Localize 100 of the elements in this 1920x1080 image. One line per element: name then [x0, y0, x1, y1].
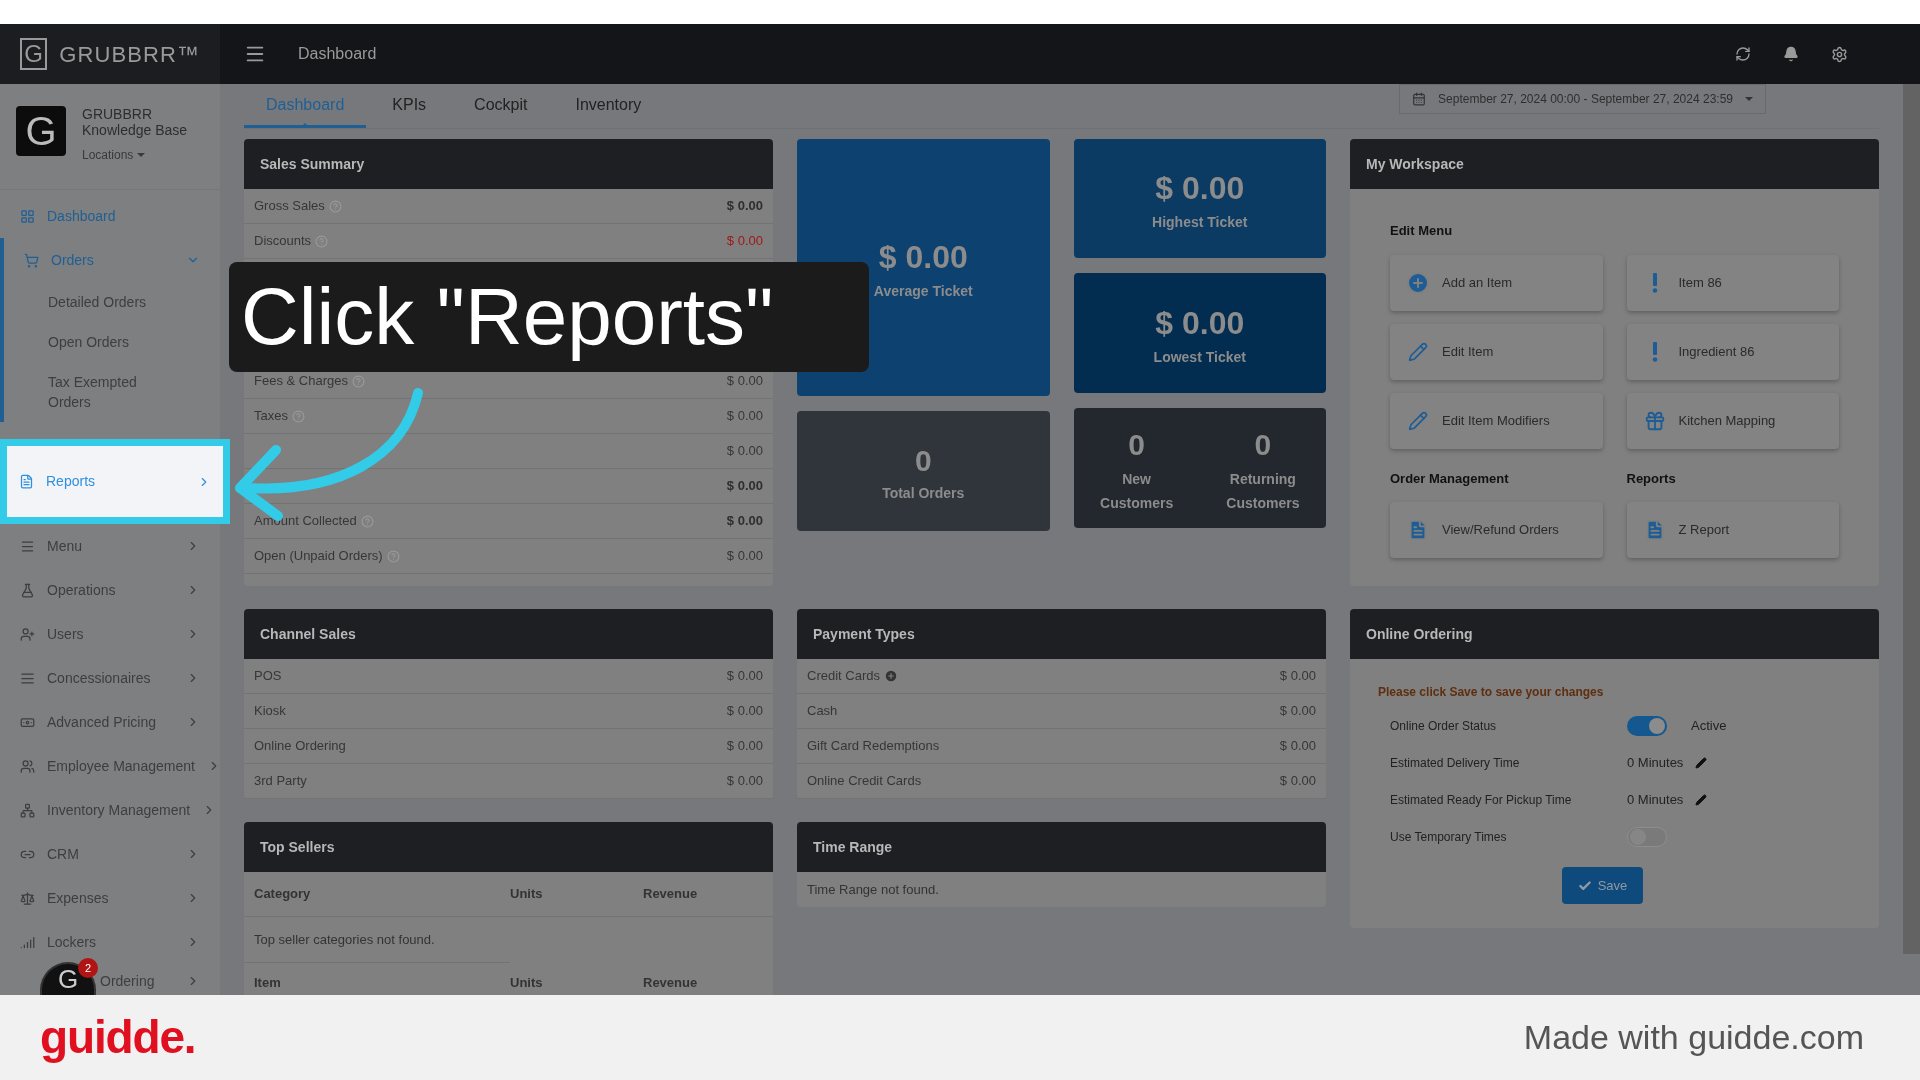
workspace-action[interactable]: Edit Item: [1390, 323, 1603, 380]
help-icon: [386, 549, 400, 563]
check-icon: [1577, 878, 1592, 893]
workspace-action[interactable]: Item 86: [1626, 254, 1839, 311]
toggle-switch[interactable]: [1627, 715, 1667, 736]
nav-subitem[interactable]: Tax Exempted Orders: [4, 362, 174, 422]
date-range-picker[interactable]: September 27, 2024 00:00 - September 27, 2024 23:59: [1399, 84, 1766, 114]
row-value: $ 0.00: [1279, 737, 1316, 756]
brand-name: GRUBBRR™: [59, 40, 200, 69]
nav-item[interactable]: Employee Management: [0, 744, 220, 788]
row-label: POS: [254, 667, 282, 686]
list-icon: [20, 670, 35, 686]
stat-label: Highest Ticket: [1152, 213, 1248, 232]
row-value: $ 0.00: [726, 702, 763, 721]
row-label: Discounts: [254, 232, 312, 251]
nav-item[interactable]: Users: [0, 612, 220, 656]
status-text: Active: [1691, 716, 1727, 735]
nav-item[interactable]: Concessionaires: [0, 656, 220, 700]
help-icon: [351, 374, 365, 388]
pencil-icon[interactable]: [1695, 793, 1708, 806]
refresh-icon[interactable]: [1735, 46, 1751, 62]
column-header: Revenue: [643, 974, 699, 993]
panel-title: Top Sellers: [260, 837, 335, 857]
column-header: Item: [254, 974, 282, 993]
tab[interactable]: KPIs: [370, 93, 449, 128]
row-value: $ 0.00: [726, 547, 763, 566]
setting-label: Estimated Ready For Pickup Time: [1390, 791, 1573, 809]
row-value: $ 0.00: [726, 772, 763, 791]
row-value: $ 0.00: [1279, 772, 1316, 791]
workspace-action[interactable]: Ingredient 86: [1626, 323, 1839, 380]
workspace-action[interactable]: View/Refund Orders: [1390, 502, 1603, 558]
column-header: Units: [510, 974, 544, 993]
locations-dropdown[interactable]: Locations: [82, 146, 192, 164]
guidde-logo: guidde.: [40, 1010, 196, 1065]
group-heading: Edit Menu: [1390, 222, 1454, 240]
nav-item[interactable]: Operations: [0, 568, 220, 612]
stat-value: $ 0.00: [878, 238, 968, 277]
workspace-action[interactable]: Z Report: [1626, 502, 1839, 558]
nav-subitem[interactable]: Open Orders: [4, 322, 174, 362]
nav-item[interactable]: Menu: [0, 524, 220, 568]
save-button[interactable]: Save: [1561, 867, 1644, 904]
gift-icon: [1643, 409, 1666, 432]
nav-item[interactable]: Ordering: [100, 966, 220, 996]
pencil-icon: [1408, 410, 1428, 431]
nav-subitem[interactable]: Detailed Orders: [4, 282, 174, 322]
stat-label: Returning Customers: [1225, 469, 1301, 513]
tab[interactable]: Inventory: [553, 93, 664, 128]
signal-icon: [20, 934, 35, 950]
row-value: $ 0.00: [726, 372, 763, 391]
settings-icon[interactable]: [1831, 45, 1848, 63]
row-value: $ 0.00: [1279, 702, 1316, 721]
plus-circle-icon[interactable]: [883, 669, 898, 683]
nav-item[interactable]: Dashboard: [0, 194, 220, 238]
document-icon: [19, 474, 34, 489]
workspace-action[interactable]: Kitchen Mapping: [1626, 392, 1839, 449]
hierarchy-icon: [20, 802, 35, 818]
row-label: 3rd Party: [254, 772, 307, 791]
stat-label: New Customers: [1099, 469, 1175, 513]
stat-label: Average Ticket: [873, 282, 973, 301]
row-value: $ 0.00: [726, 667, 763, 686]
brand-logo: G: [20, 38, 48, 70]
panel-title: Online Ordering: [1366, 624, 1473, 644]
minutes-value: 0 Minutes: [1627, 753, 1684, 772]
nav-item[interactable]: CRM: [0, 832, 220, 876]
nav-item[interactable]: Reports: [0, 439, 230, 524]
nav-item[interactable]: Advanced Pricing: [0, 700, 220, 744]
workspace-action[interactable]: Add an Item: [1390, 254, 1603, 311]
cart-icon: [24, 252, 39, 268]
column-header: Units: [510, 885, 544, 904]
user-plus-icon: [20, 626, 35, 642]
panel-title: Payment Types: [813, 624, 915, 644]
bell-icon[interactable]: [1783, 46, 1799, 62]
calendar-icon: [1412, 92, 1427, 106]
flask-icon: [20, 582, 35, 598]
stat-value: 0: [1254, 426, 1272, 463]
nav-item[interactable]: Inventory Management: [0, 788, 220, 832]
row-label: Credit Cards: [807, 667, 880, 686]
empty-message: Time Range not found.: [807, 880, 939, 899]
row-value: $ 0.00: [726, 197, 763, 216]
stat-label: Total Orders: [882, 484, 965, 503]
setting-label: Estimated Delivery Time: [1390, 754, 1521, 772]
exclamation-icon: [1651, 272, 1658, 293]
row-value: $ 0.00: [726, 477, 763, 496]
empty-message: Top seller categories not found.: [254, 930, 435, 949]
workspace-action[interactable]: Edit Item Modifiers: [1390, 392, 1603, 449]
pencil-icon[interactable]: [1695, 756, 1708, 769]
nav-item[interactable]: Expenses: [0, 876, 220, 920]
group-heading: Order Management: [1390, 469, 1510, 488]
row-label: Online Credit Cards: [807, 772, 922, 791]
row-value: $ 0.00: [726, 737, 763, 756]
help-icon: [328, 199, 342, 213]
tab[interactable]: Cockpit: [452, 93, 550, 128]
credit-text: Made with guidde.com: [1523, 1017, 1864, 1058]
panel-title: Time Range: [813, 837, 893, 857]
account-name: GRUBBRR Knowledge Base: [82, 106, 189, 138]
tab[interactable]: Dashboard: [244, 93, 367, 128]
stat-value: 0: [1128, 426, 1145, 463]
nav-item[interactable]: Orders: [4, 238, 220, 282]
row-label: Gift Card Redemptions: [807, 737, 940, 756]
help-icon: [315, 234, 329, 248]
